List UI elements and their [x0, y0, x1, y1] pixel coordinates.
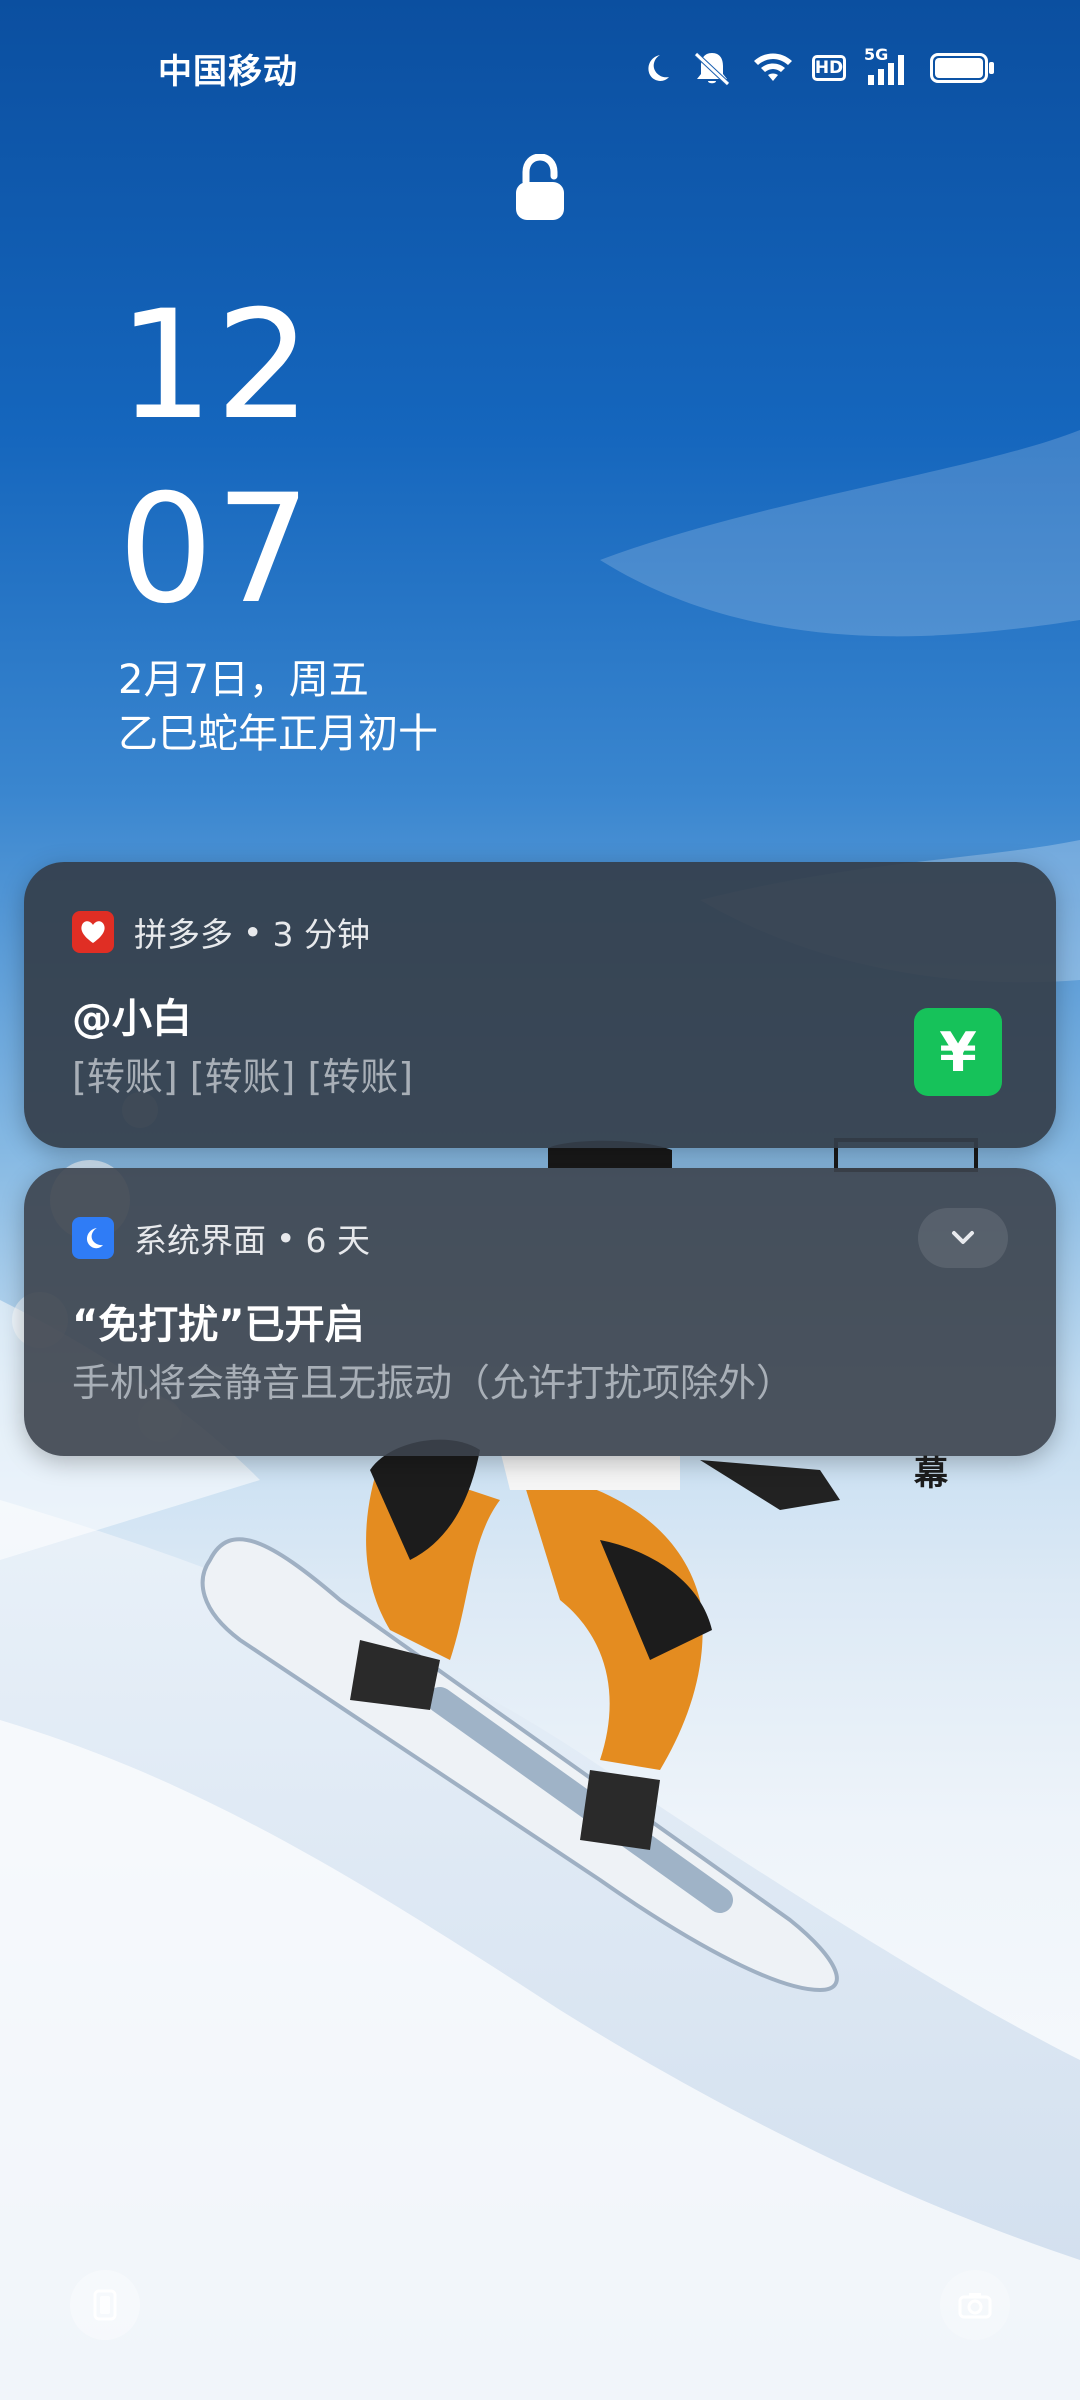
5g-signal-icon: 5G [864, 45, 912, 87]
notification-header: 拼多多 • 3 分钟 [72, 910, 370, 954]
chevron-down-icon [952, 1231, 974, 1244]
notification-title: @小白 [72, 996, 192, 1042]
notification-time: 3 分钟 [272, 915, 370, 954]
notification-title: “免打扰”已开启 [72, 1302, 365, 1348]
notification-time: 6 天 [305, 1221, 370, 1260]
notification-separator: • [243, 912, 263, 952]
bell-muted-icon [694, 52, 730, 86]
notification-body: 手机将会静音且无振动（允许打扰项除外） [72, 1361, 795, 1405]
battery-icon [930, 53, 994, 83]
notification-header: 系统界面 • 6 天 [72, 1216, 370, 1260]
notification-body: [转账] [转账] [转账] [72, 1055, 414, 1099]
clock: 12 07 [118, 274, 313, 642]
status-icons: HD 5G [638, 45, 994, 90]
clock-minute: 07 [118, 463, 313, 637]
left-shortcut-button[interactable] [70, 2270, 140, 2340]
yuan-icon: ¥ [914, 1008, 1002, 1096]
pinduoduo-app-icon [72, 911, 114, 953]
notification-system-ui[interactable]: 系统界面 • 6 天 “免打扰”已开启 手机将会静音且无振动（允许打扰项除外） [24, 1168, 1056, 1456]
carrier-name: 中国移动 [158, 52, 298, 92]
system-ui-app-icon [72, 1217, 114, 1259]
network-label: 5G [864, 45, 889, 64]
notification-app-name: 系统界面 [134, 1221, 266, 1260]
camera-shortcut-button[interactable] [940, 2270, 1010, 2340]
wallet-icon [93, 2289, 117, 2321]
status-bar: 中国移动 HD 5G [0, 0, 1080, 130]
camera-icon [958, 2293, 992, 2319]
notification-separator: • [276, 1218, 296, 1258]
notification-app-name: 拼多多 [134, 915, 233, 954]
hd-icon: HD [812, 55, 846, 81]
lock-screen: 中国移动 HD 5G 12 07 2月7日，周五 乙巳蛇年正月初十 拼多多 • … [0, 0, 1080, 2400]
notification-pinduoduo[interactable]: 拼多多 • 3 分钟 @小白 [转账] [转账] [转账] ¥ [24, 862, 1056, 1148]
clock-hour: 12 [118, 279, 313, 453]
lock-icon[interactable] [513, 154, 567, 222]
moon-icon [648, 55, 669, 81]
wifi-icon [754, 53, 792, 81]
date-text: 2月7日，周五 [118, 657, 369, 703]
wallpaper-text: 幕 [914, 1454, 948, 1494]
lunar-date-text: 乙巳蛇年正月初十 [118, 711, 438, 757]
hd-label: HD [814, 58, 844, 78]
expand-button[interactable] [918, 1208, 1008, 1268]
